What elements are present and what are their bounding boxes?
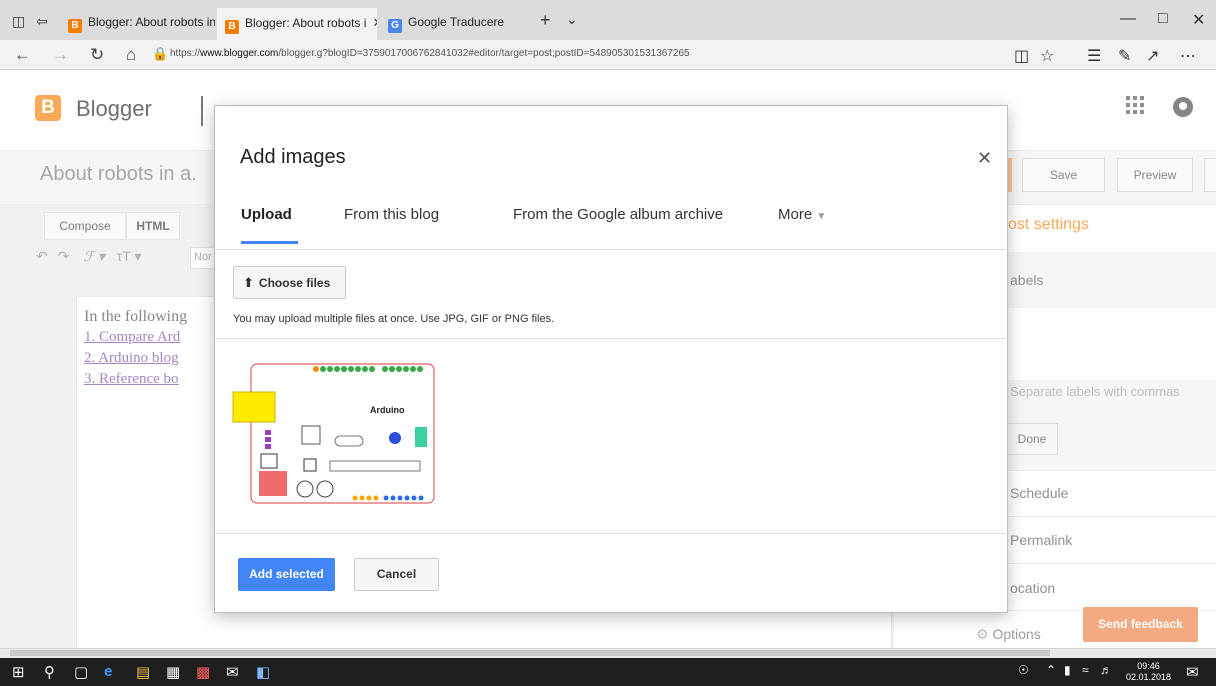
share-icon[interactable]: ↗ xyxy=(1146,46,1159,66)
tab-title: Google Traducere xyxy=(408,15,505,29)
window-close-icon[interactable]: ✕ xyxy=(1192,10,1205,30)
windows-taskbar xyxy=(0,658,1216,686)
url-path: /blogger.g?blogID=3759017006762841032#ed… xyxy=(278,48,690,59)
tab-more-label: More xyxy=(778,206,813,223)
scrollbar-thumb[interactable] xyxy=(10,650,1050,656)
volume-icon[interactable]: ♬ xyxy=(1100,663,1112,677)
refresh-icon[interactable]: ↻ xyxy=(90,45,104,65)
tab-google-album-archive[interactable]: From the Google album archive xyxy=(513,206,723,223)
choose-files-label: Choose files xyxy=(258,276,331,290)
new-tab-icon[interactable]: + xyxy=(540,10,551,31)
divider xyxy=(215,533,1009,534)
app-icon[interactable]: ◧ xyxy=(256,663,270,681)
wifi-icon[interactable]: ≈ xyxy=(1082,663,1089,677)
divider xyxy=(215,249,1009,250)
web-note-icon[interactable]: ✎ xyxy=(1118,46,1131,66)
task-view-icon[interactable]: ▢ xyxy=(74,663,88,681)
tab-from-this-blog[interactable]: From this blog xyxy=(344,206,439,223)
forward-icon[interactable]: → xyxy=(52,45,69,65)
notifications-icon[interactable]: ✉ xyxy=(1186,663,1199,681)
tab-more[interactable]: More ▼ xyxy=(778,206,826,223)
translate-favicon-icon: G xyxy=(388,19,402,33)
favorite-star-icon[interactable]: ☆ xyxy=(1040,46,1054,66)
store-icon[interactable]: ▦ xyxy=(166,663,180,681)
close-tab-icon[interactable]: ✕ xyxy=(372,15,377,30)
people-icon[interactable]: ☉ xyxy=(1018,663,1029,677)
tab-blogger-1[interactable]: B Blogger: About robots in a c xyxy=(60,8,215,40)
blogger-favicon-icon: B xyxy=(225,20,239,34)
url-host: www.blogger.com xyxy=(200,48,279,59)
active-tab-indicator xyxy=(241,241,298,244)
search-icon[interactable]: ⚲ xyxy=(44,663,55,681)
upload-icon: ⬆ xyxy=(243,275,254,290)
start-icon[interactable]: ⊞ xyxy=(12,663,25,681)
add-selected-button[interactable]: Add selected xyxy=(238,558,335,591)
tab-title: Blogger: About robots i xyxy=(245,16,367,30)
choose-files-button[interactable]: ⬆ Choose files xyxy=(233,266,346,299)
home-icon[interactable]: ⌂ xyxy=(126,45,136,65)
maximize-icon[interactable]: □ xyxy=(1158,10,1168,28)
reading-view-icon[interactable]: ◫ xyxy=(1014,46,1029,66)
edge-browser-icon[interactable]: e xyxy=(104,663,112,680)
clock[interactable]: 09:46 02.01.2018 xyxy=(1126,661,1171,683)
tab-blogger-2[interactable]: B Blogger: About robots i ✕ xyxy=(217,8,377,40)
minimize-icon[interactable]: — xyxy=(1120,10,1136,28)
chevron-down-icon: ▼ xyxy=(816,211,827,222)
close-icon[interactable]: ✕ xyxy=(977,148,992,169)
tab-title: Blogger: About robots in a c xyxy=(88,15,215,29)
file-explorer-icon[interactable]: ▤ xyxy=(136,663,150,681)
clock-date: 02.01.2018 xyxy=(1126,672,1172,682)
tab-list-chevron-icon[interactable]: ⌄ xyxy=(566,11,578,28)
divider xyxy=(215,338,1009,339)
url-field[interactable]: https://www.blogger.com/blogger.g?blogID… xyxy=(170,48,690,59)
tab-upload[interactable]: Upload xyxy=(241,206,292,223)
uploaded-image-thumbnail[interactable]: Arduino xyxy=(232,358,437,504)
tab-actions-icon[interactable]: ◫ xyxy=(12,13,25,30)
tray-chevron-icon[interactable]: ⌃ xyxy=(1046,663,1056,677)
tab-preview-icon[interactable]: ⇦ xyxy=(36,13,48,30)
favorites-hub-icon[interactable]: ☰ xyxy=(1087,46,1101,66)
thumbnail-label: Arduino xyxy=(370,405,405,415)
battery-icon[interactable]: ▮ xyxy=(1064,663,1071,677)
clock-time: 09:46 xyxy=(1137,661,1160,671)
back-icon[interactable]: ← xyxy=(14,45,31,65)
gift-app-icon[interactable]: ▩ xyxy=(196,663,210,681)
tab-google-translate[interactable]: G Google Traducere xyxy=(380,8,530,40)
more-icon[interactable]: ⋯ xyxy=(1180,46,1196,66)
cancel-button[interactable]: Cancel xyxy=(354,558,439,591)
url-scheme: https:// xyxy=(170,48,201,59)
upload-hint: You may upload multiple files at once. U… xyxy=(233,313,555,325)
blogger-favicon-icon: B xyxy=(68,19,82,33)
add-images-dialog: Add images ✕ Upload From this blog From … xyxy=(214,105,1009,613)
lock-icon: 🔒 xyxy=(152,46,169,61)
dialog-title: Add images xyxy=(240,146,346,168)
mail-icon[interactable]: ✉ xyxy=(226,663,239,681)
